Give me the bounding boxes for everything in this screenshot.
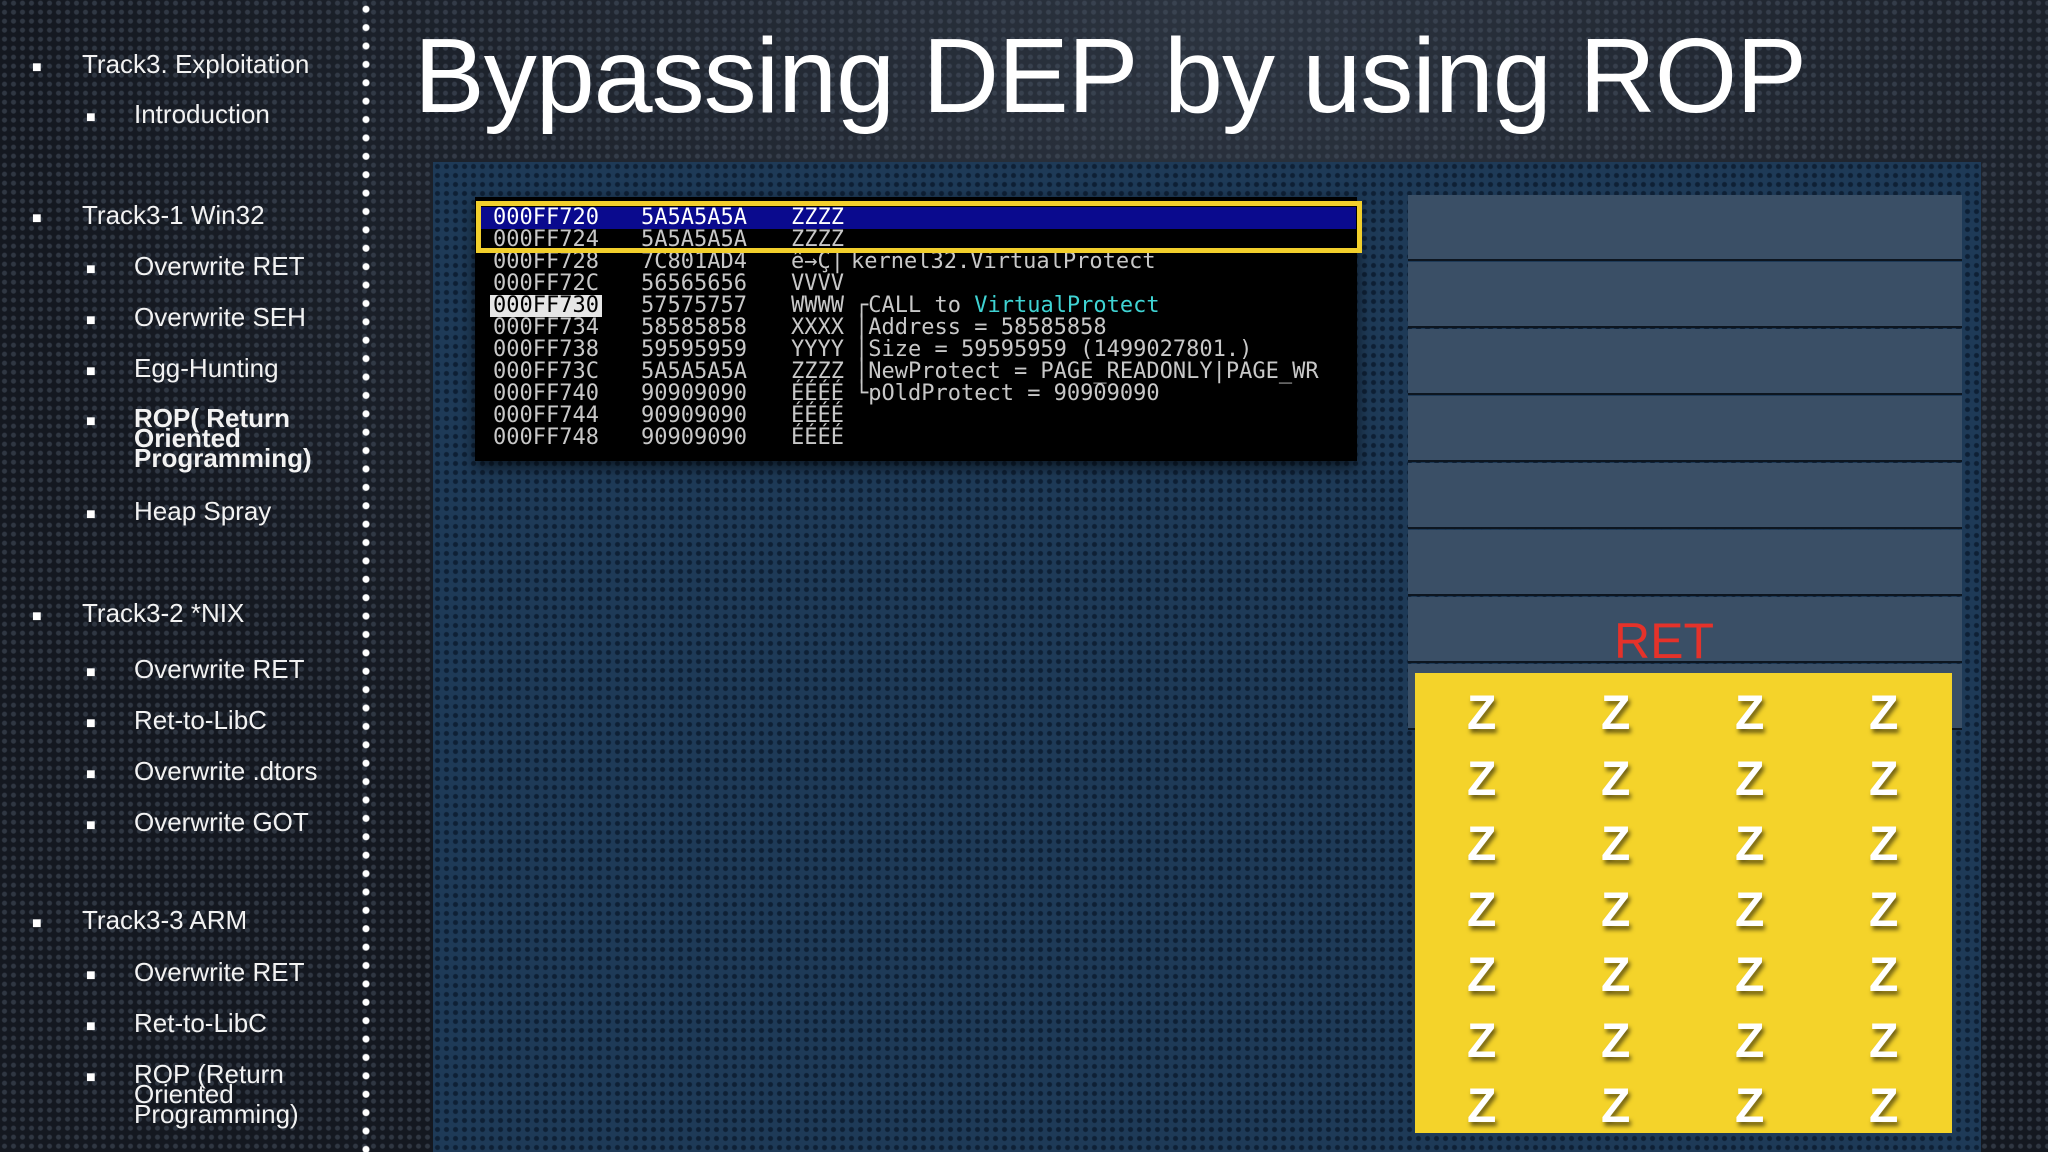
- payload-z-char: Z: [1467, 687, 1497, 740]
- outline-item-track3-3: ■ Track3-3 ARM: [32, 905, 248, 935]
- stack-comment: └pOldProtect = 90909090: [855, 383, 1160, 405]
- outline-item-egg-hunting: ■ Egg-Hunting: [86, 353, 279, 383]
- comment-bracket: └: [855, 381, 869, 406]
- payload-z-char: Z: [1601, 883, 1631, 937]
- payload-z-char: Z: [1735, 687, 1765, 740]
- stack-address: 000FF744: [493, 403, 599, 428]
- payload-z-char: Z: [1467, 1014, 1497, 1068]
- stack-value: 5A5A5A5A: [641, 359, 747, 384]
- stack-address: 000FF748: [493, 425, 599, 450]
- payload-z-char: Z: [1601, 687, 1631, 740]
- stack-slot: [1408, 530, 1962, 596]
- payload-z-char: Z: [1869, 752, 1899, 806]
- stack-ascii: VVVV: [791, 271, 844, 296]
- stack-address: 000FF734: [493, 315, 599, 340]
- stack-comment: kernel32.VirtualProtect: [851, 251, 1156, 273]
- outline-item-arm-rop: ■ ROP (Return Oriented Programming): [86, 1059, 299, 1129]
- stack-address: 000FF728: [493, 249, 599, 274]
- outline-item-nix-overwrite-ret: ■ Overwrite RET: [86, 654, 305, 684]
- ret-label: RET: [1614, 613, 1714, 669]
- payload-z-char: Z: [1869, 687, 1899, 740]
- stack-ascii: YYYY: [791, 337, 844, 362]
- outline-item-overwrite-got: ■ Overwrite GOT: [86, 807, 309, 837]
- stack-slot: [1408, 262, 1962, 328]
- stack-value: 58585858: [641, 315, 747, 340]
- payload-z-char: Z: [1869, 1014, 1899, 1068]
- comment-text: pOldProtect = 90909090: [868, 381, 1160, 406]
- stack-ascii: ÉÉÉÉ: [791, 425, 844, 450]
- outline-item-heap-spray: ■ Heap Spray: [86, 496, 272, 526]
- slide-outline-sidebar: ■ Track3. Exploitation ■ Introduction ■ Tra…: [0, 0, 360, 1152]
- payload-z-char: Z: [1467, 883, 1497, 937]
- stack-value: 56565656: [641, 271, 747, 296]
- outline-item-overwrite-seh: ■ Overwrite SEH: [86, 302, 306, 332]
- payload-z-grid: ZZZZZZZZZZZZZZZZZZZZZZZZZZZZ: [1415, 673, 1952, 1133]
- stack-value: 90909090: [641, 403, 747, 428]
- payload-z-char: Z: [1467, 1080, 1497, 1133]
- payload-z-char: Z: [1869, 1080, 1899, 1133]
- stack-ascii: XXXX: [791, 315, 844, 340]
- outline-item-nix-ret-to-libc: ■ Ret-to-LibC: [86, 705, 267, 735]
- stack-slot: [1408, 195, 1962, 261]
- payload-z-char: Z: [1601, 949, 1631, 1002]
- payload-z-char: Z: [1735, 818, 1765, 871]
- stack-ascii: WWWW: [791, 293, 844, 318]
- stack-value: 57575757: [641, 293, 747, 318]
- payload-z-char: Z: [1869, 818, 1899, 871]
- payload-z-char: Z: [1467, 752, 1497, 806]
- stack-address: 000FF73C: [493, 359, 599, 384]
- outline-item-rop-active: ■ ROP( Return Oriented Programming): [86, 403, 312, 473]
- stack-address: 000FF72C: [493, 271, 599, 296]
- payload-z-char: Z: [1467, 949, 1497, 1002]
- stack-value: 59595959: [641, 337, 747, 362]
- stack-comment: ┌CALL to VirtualProtect: [855, 295, 1160, 317]
- payload-z-char: Z: [1601, 1080, 1631, 1133]
- slide-title: Bypassing DEP by using ROP: [414, 17, 1807, 135]
- stack-address: 000FF740: [493, 381, 599, 406]
- stack-value: 7C801AD4: [641, 249, 747, 274]
- payload-z-char: Z: [1869, 883, 1899, 937]
- stack-slot: [1408, 463, 1962, 529]
- payload-block: ZZZZZZZZZZZZZZZZZZZZZZZZZZZZ: [1415, 673, 1952, 1133]
- stack-slot: [1408, 329, 1962, 395]
- payload-z-char: Z: [1735, 1014, 1765, 1068]
- payload-z-char: Z: [1601, 752, 1631, 806]
- outline-item-overwrite-dtors: ■ Overwrite .dtors: [86, 756, 318, 786]
- payload-z-char: Z: [1735, 752, 1765, 806]
- stack-slot: [1408, 396, 1962, 462]
- outline-item-track3: ■ Track3. Exploitation: [32, 49, 310, 79]
- payload-z-char: Z: [1735, 883, 1765, 937]
- stack-comment: │NewProtect = PAGE_READONLY|PAGE_WR: [855, 361, 1319, 383]
- stack-ascii: ZZZZ: [791, 359, 844, 384]
- outline-item-introduction: ■ Introduction: [86, 99, 270, 129]
- payload-z-char: Z: [1735, 949, 1765, 1002]
- stack-address: 000FF738: [493, 337, 599, 362]
- payload-z-char: Z: [1869, 949, 1899, 1002]
- stack-address: 000FF730: [490, 295, 602, 317]
- payload-z-char: Z: [1735, 1080, 1765, 1133]
- stack-ascii: ÉÉÉÉ: [791, 403, 844, 428]
- highlight-frame: [476, 201, 1362, 253]
- outline-item-track3-1: ■ Track3-1 Win32: [32, 200, 265, 230]
- outline-item-arm-overwrite-ret: ■ Overwrite RET: [86, 957, 305, 987]
- stack-value: 90909090: [641, 381, 747, 406]
- outline-item-overwrite-ret: ■ Overwrite RET: [86, 251, 305, 281]
- payload-z-char: Z: [1601, 1014, 1631, 1068]
- outline-item-arm-ret-to-libc: ■ Ret-to-LibC: [86, 1008, 267, 1038]
- stack-ascii: ÉÉÉÉ: [791, 381, 844, 406]
- stack-comment: │Address = 58585858: [855, 317, 1107, 339]
- payload-z-char: Z: [1601, 818, 1631, 871]
- stack-value: 90909090: [641, 425, 747, 450]
- stack-comment: │Size = 59595959 (1499027801.): [855, 339, 1252, 361]
- outline-item-track3-2: ■ Track3-2 *NIX: [32, 598, 245, 628]
- stack-ascii: ê→Ç|: [791, 249, 844, 274]
- payload-z-char: Z: [1467, 818, 1497, 871]
- dotted-divider: [362, 0, 370, 1152]
